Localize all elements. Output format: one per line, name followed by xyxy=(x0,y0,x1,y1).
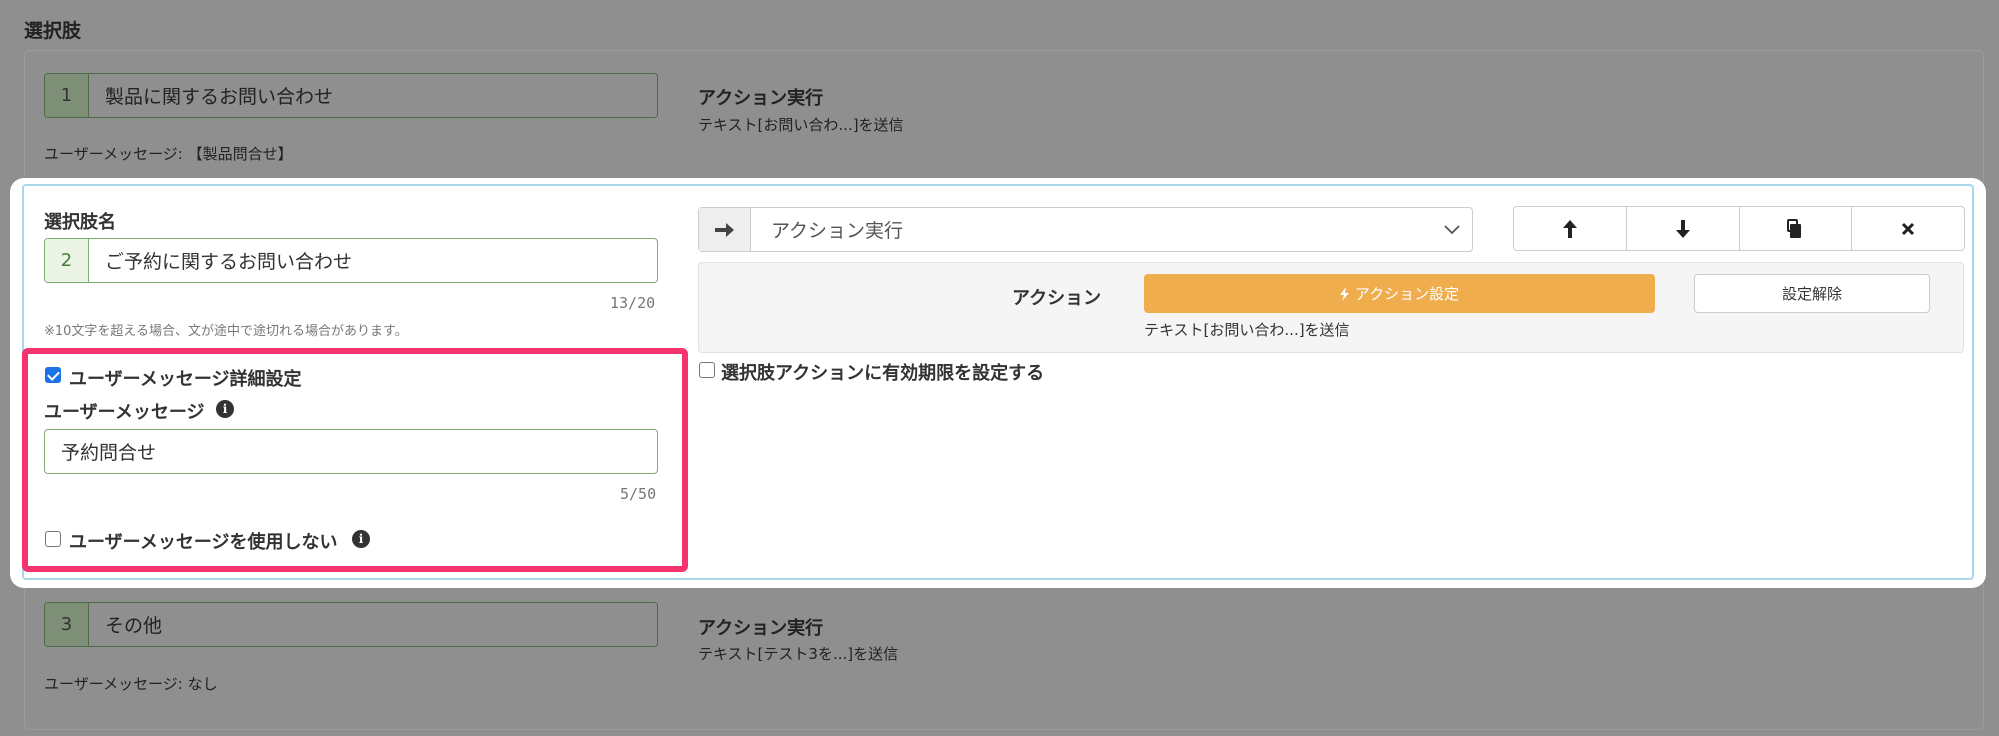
choice-name-box[interactable]: 1 製品に関するお問い合わせ xyxy=(44,73,658,118)
reset-settings-button[interactable]: 設定解除 xyxy=(1694,274,1930,313)
choice-number: 3 xyxy=(45,603,89,646)
action-type-value: アクション実行 xyxy=(771,220,904,242)
choice-name: 製品に関するお問い合わせ xyxy=(105,86,334,108)
info-icon[interactable]: i xyxy=(216,400,234,418)
action-settings-button-label: アクション設定 xyxy=(1354,285,1460,303)
chevron-down-icon xyxy=(1432,208,1472,251)
info-icon[interactable]: i xyxy=(352,530,370,548)
detail-settings-label[interactable]: ユーザーメッセージ詳細設定 xyxy=(69,365,302,391)
choice-action-title: アクション実行 xyxy=(698,88,824,109)
bolt-icon xyxy=(1339,286,1349,301)
choice-name-label: 選択肢名 xyxy=(44,212,116,233)
choice-name-input[interactable]: 2 ご予約に関するお問い合わせ xyxy=(44,238,658,283)
copy-icon xyxy=(1787,218,1802,238)
move-down-button[interactable] xyxy=(1627,207,1740,250)
move-up-button[interactable] xyxy=(1514,207,1627,250)
choice-name: その他 xyxy=(105,615,163,637)
choice-user-message: ユーザーメッセージ: 【製品問合せ】 xyxy=(44,145,293,163)
no-user-message-label[interactable]: ユーザーメッセージを使用しない xyxy=(69,528,338,554)
user-message-counter: 5/50 xyxy=(620,485,657,503)
choice-name-note: ※10文字を超える場合、文が途中で途切れる場合があります。 xyxy=(44,324,408,339)
arrow-up-icon xyxy=(1562,219,1577,238)
choice-number: 1 xyxy=(45,74,89,117)
choice-number: 2 xyxy=(45,239,89,282)
item-control-buttons xyxy=(1513,206,1965,251)
detail-settings-checkbox[interactable] xyxy=(45,367,61,383)
no-user-message-checkbox[interactable] xyxy=(45,531,61,547)
user-message-input[interactable]: 予約問合せ xyxy=(44,429,658,474)
choice-action-desc: テキスト[お問い合わ...]を送信 xyxy=(698,116,904,134)
copy-button[interactable] xyxy=(1740,207,1853,250)
choice-name-box[interactable]: 3 その他 xyxy=(44,602,658,647)
close-icon xyxy=(1902,222,1915,235)
expire-label[interactable]: 選択肢アクションに有効期限を設定する xyxy=(721,359,1044,385)
user-message-label: ユーザーメッセージ xyxy=(44,402,205,423)
choice-name-value: ご予約に関するお問い合わせ xyxy=(105,251,353,273)
choice-action-title: アクション実行 xyxy=(698,618,824,639)
action-description: テキスト[お問い合わ...]を送信 xyxy=(1144,321,1350,339)
choice-user-message: ユーザーメッセージ: なし xyxy=(44,675,218,693)
expire-checkbox[interactable] xyxy=(699,362,715,378)
section-title: 選択肢 xyxy=(24,20,82,42)
choice-action-desc: テキスト[テスト3を...]を送信 xyxy=(698,645,899,663)
arrow-down-icon xyxy=(1675,219,1690,238)
choice-name-counter: 13/20 xyxy=(610,294,656,312)
action-settings-button[interactable]: アクション設定 xyxy=(1144,274,1655,313)
arrow-right-icon xyxy=(699,208,751,251)
action-label: アクション xyxy=(1012,288,1102,309)
action-type-select[interactable]: アクション実行 xyxy=(698,207,1473,252)
delete-button[interactable] xyxy=(1852,207,1964,250)
